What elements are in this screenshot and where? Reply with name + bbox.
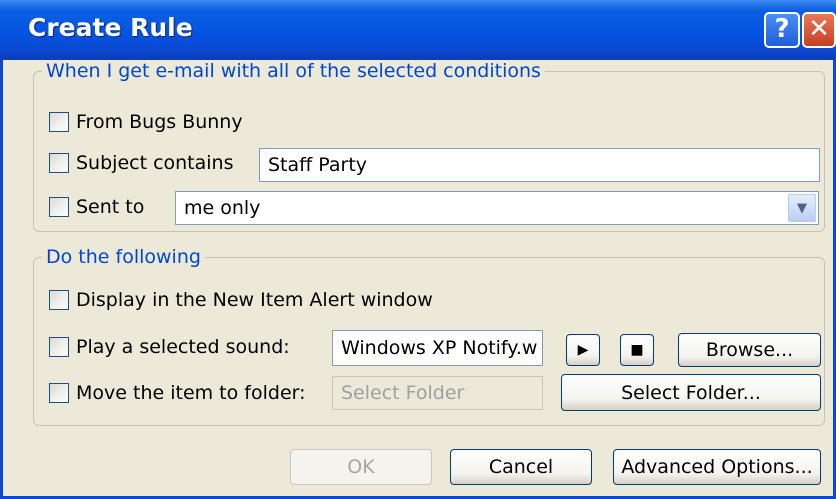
sentto-value: me only <box>184 197 261 219</box>
folder-input[interactable]: Select Folder <box>332 376 543 410</box>
subject-input[interactable]: Staff Party <box>259 148 820 182</box>
advanced-label: Advanced Options... <box>621 456 813 478</box>
sentto-condition-row: Sent to <box>49 196 144 218</box>
sentto-dropdown[interactable]: me only ▼ <box>175 191 819 225</box>
sentto-label: Sent to <box>76 196 145 218</box>
alert-action-row: Display in the New Item Alert window <box>49 289 433 311</box>
subject-checkbox[interactable] <box>49 153 69 173</box>
conditions-legend: When I get e-mail with all of the select… <box>46 60 541 82</box>
close-icon: ✕ <box>808 14 830 44</box>
select-folder-button[interactable]: Select Folder... <box>561 374 821 411</box>
browse-label: Browse... <box>705 339 794 361</box>
actions-legend: Do the following <box>46 246 201 268</box>
move-checkbox[interactable] <box>49 383 69 403</box>
chevron-down-icon[interactable]: ▼ <box>788 194 816 222</box>
stop-button[interactable]: ■ <box>620 334 654 366</box>
sound-file-value: Windows XP Notify.w <box>341 337 538 359</box>
create-rule-dialog: Create Rule ? ✕ When I get e-mail with a… <box>0 0 836 499</box>
close-button[interactable]: ✕ <box>802 12 836 48</box>
titlebar[interactable]: Create Rule ? ✕ <box>0 0 836 60</box>
ok-button[interactable]: OK <box>290 449 432 485</box>
play-icon: ▶ <box>577 342 589 358</box>
stop-icon: ■ <box>630 342 644 358</box>
sentto-checkbox[interactable] <box>49 197 69 217</box>
subject-value: Staff Party <box>268 154 368 176</box>
ok-label: OK <box>347 456 375 478</box>
from-label: From Bugs Bunny <box>76 111 243 133</box>
help-button[interactable]: ? <box>764 12 800 48</box>
from-checkbox[interactable] <box>49 112 69 132</box>
sound-action-row: Play a selected sound: <box>49 336 290 358</box>
play-button[interactable]: ▶ <box>566 334 600 366</box>
sound-label: Play a selected sound: <box>76 336 290 358</box>
cancel-label: Cancel <box>488 456 554 478</box>
subject-label: Subject contains <box>76 152 234 174</box>
alert-checkbox[interactable] <box>49 290 69 310</box>
select-folder-label: Select Folder... <box>621 381 761 404</box>
folder-placeholder: Select Folder <box>341 382 465 404</box>
alert-label: Display in the New Item Alert window <box>76 289 433 311</box>
advanced-options-button[interactable]: Advanced Options... <box>613 449 821 485</box>
move-action-row: Move the item to folder: <box>49 382 306 404</box>
window-title: Create Rule <box>28 13 193 42</box>
from-condition-row: From Bugs Bunny <box>49 111 243 133</box>
sound-file-input[interactable]: Windows XP Notify.w <box>332 330 543 366</box>
move-label: Move the item to folder: <box>76 382 306 404</box>
sound-checkbox[interactable] <box>49 337 69 357</box>
cancel-button[interactable]: Cancel <box>450 449 592 485</box>
help-icon: ? <box>774 14 790 44</box>
subject-condition-row: Subject contains <box>49 152 234 174</box>
browse-button[interactable]: Browse... <box>678 333 821 367</box>
